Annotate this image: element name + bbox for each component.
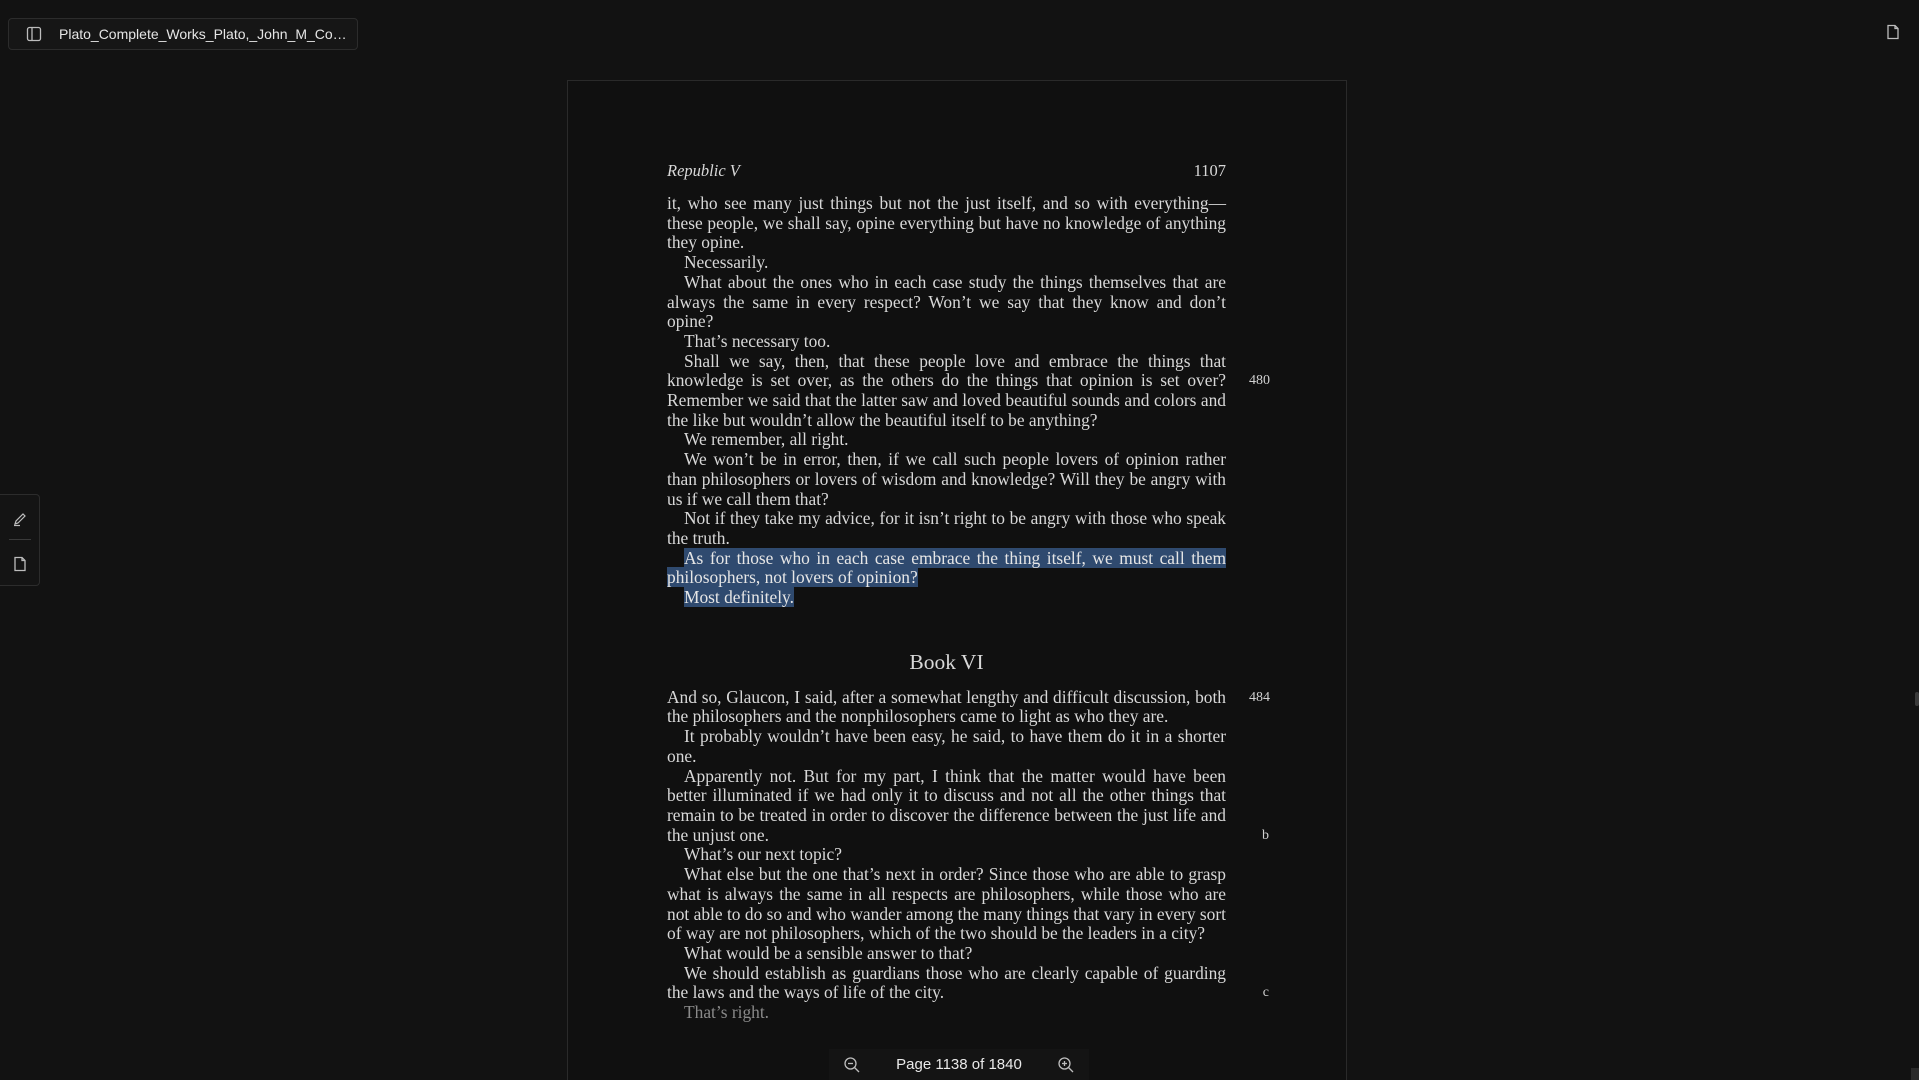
paragraph-text: it, who see many just things but not the… xyxy=(667,193,1226,253)
annotation-toolbar xyxy=(0,494,40,586)
text-before-heading: it, who see many just things but not the… xyxy=(667,193,1270,549)
document-page: Republic V 1107 it, who see many just th… xyxy=(567,80,1347,1080)
stephanus-margin-number: 484 xyxy=(1249,689,1270,705)
paragraph-text: What else but the one that’s next in ord… xyxy=(667,864,1226,944)
paragraph-text: That’s right. xyxy=(684,1002,770,1023)
paragraph-text: It probably wouldn’t have been easy, he … xyxy=(667,726,1226,766)
book-heading: Book VI xyxy=(909,649,984,674)
paragraph[interactable]: Apparently not. But for my part, I think… xyxy=(667,765,1269,846)
paragraph[interactable]: it, who see many just things but not the… xyxy=(667,193,1226,253)
paragraph[interactable]: Necessarily. xyxy=(667,252,1226,273)
paragraph[interactable]: What about the ones who in each case stu… xyxy=(667,271,1226,332)
paragraph-text: Apparently not. But for my part, I think… xyxy=(667,765,1226,845)
sidebar-toggle-icon[interactable] xyxy=(25,25,43,43)
paragraph[interactable]: That’s right. xyxy=(667,1002,1226,1023)
bookmark-icon[interactable] xyxy=(1883,22,1903,42)
scrollbar-thumb[interactable] xyxy=(1915,692,1919,706)
paragraph-text: That’s necessary too. xyxy=(684,330,831,351)
paragraph[interactable]: What else but the one that’s next in ord… xyxy=(667,864,1226,944)
paragraph[interactable]: Not if they take my advice, for it isn’t… xyxy=(667,508,1226,548)
page-content[interactable]: Republic V 1107 it, who see many just th… xyxy=(667,161,1270,1023)
paragraph[interactable]: We remember, all right. xyxy=(667,430,1226,450)
running-head-title: Republic V xyxy=(667,161,740,180)
paragraph[interactable]: And so, Glaucon, I said, after a somewha… xyxy=(667,686,1270,727)
stephanus-margin-number: b xyxy=(1262,827,1269,843)
stephanus-margin-number: 480 xyxy=(1249,373,1270,389)
pen-icon[interactable] xyxy=(10,509,30,529)
paragraph[interactable]: It probably wouldn’t have been easy, he … xyxy=(667,726,1226,766)
stephanus-margin-number: c xyxy=(1262,985,1269,1001)
document-title: Plato_Complete_Works_Plato,_John_M_Coo..… xyxy=(59,26,349,42)
paragraph-text: Shall we say, then, that these people lo… xyxy=(667,350,1226,430)
paragraph-text: We should establish as guardians those w… xyxy=(667,962,1226,1003)
zoom-in-icon[interactable] xyxy=(1056,1055,1076,1075)
paragraph-text: What would be a sensible answer to that? xyxy=(684,942,973,963)
paragraph[interactable]: What’s our next topic? xyxy=(667,845,1226,865)
document-tab[interactable]: Plato_Complete_Works_Plato,_John_M_Coo..… xyxy=(8,18,358,50)
running-head-page-number: 1107 xyxy=(1193,161,1226,180)
text-after-heading: And so, Glaucon, I said, after a somewha… xyxy=(667,686,1270,1023)
paragraph[interactable]: Shall we say, then, that these people lo… xyxy=(667,350,1270,431)
paragraph-text: Not if they take my advice, for it isn’t… xyxy=(667,508,1226,548)
page-indicator: Page 1138 of 1840 xyxy=(896,1056,1022,1073)
toolbar-divider xyxy=(8,539,31,540)
highlighted-text[interactable]: Most definitely. xyxy=(684,587,794,608)
paragraph[interactable]: That’s necessary too. xyxy=(667,330,1226,352)
paragraph-text: Necessarily. xyxy=(684,252,769,273)
paragraph[interactable]: What would be a sensible answer to that? xyxy=(667,942,1226,964)
zoom-bar: Page 1138 of 1840 xyxy=(829,1049,1089,1080)
highlighted-text[interactable]: As for those who in each case embrace th… xyxy=(667,547,1226,588)
scrollbar-corner xyxy=(1911,1068,1919,1080)
note-icon[interactable] xyxy=(10,554,30,574)
reader-app: Plato_Complete_Works_Plato,_John_M_Coo..… xyxy=(0,0,1919,1080)
highlighted-paragraph[interactable]: As for those who in each case embrace th… xyxy=(667,547,1226,588)
zoom-out-icon[interactable] xyxy=(842,1055,862,1075)
paragraph[interactable]: We won’t be in error, then, if we call s… xyxy=(667,449,1226,509)
highlighted-paragraph[interactable]: Most definitely. xyxy=(667,587,1226,608)
paragraph-text: And so, Glaucon, I said, after a somewha… xyxy=(667,686,1226,727)
running-head: Republic V 1107 xyxy=(667,161,1226,180)
paragraph[interactable]: We should establish as guardians those w… xyxy=(667,962,1269,1003)
paragraph-text: We won’t be in error, then, if we call s… xyxy=(667,449,1226,509)
paragraph-text: What’s our next topic? xyxy=(684,844,842,865)
paragraph-text: We remember, all right. xyxy=(684,429,849,450)
paragraph-text: What about the ones who in each case stu… xyxy=(667,271,1226,332)
